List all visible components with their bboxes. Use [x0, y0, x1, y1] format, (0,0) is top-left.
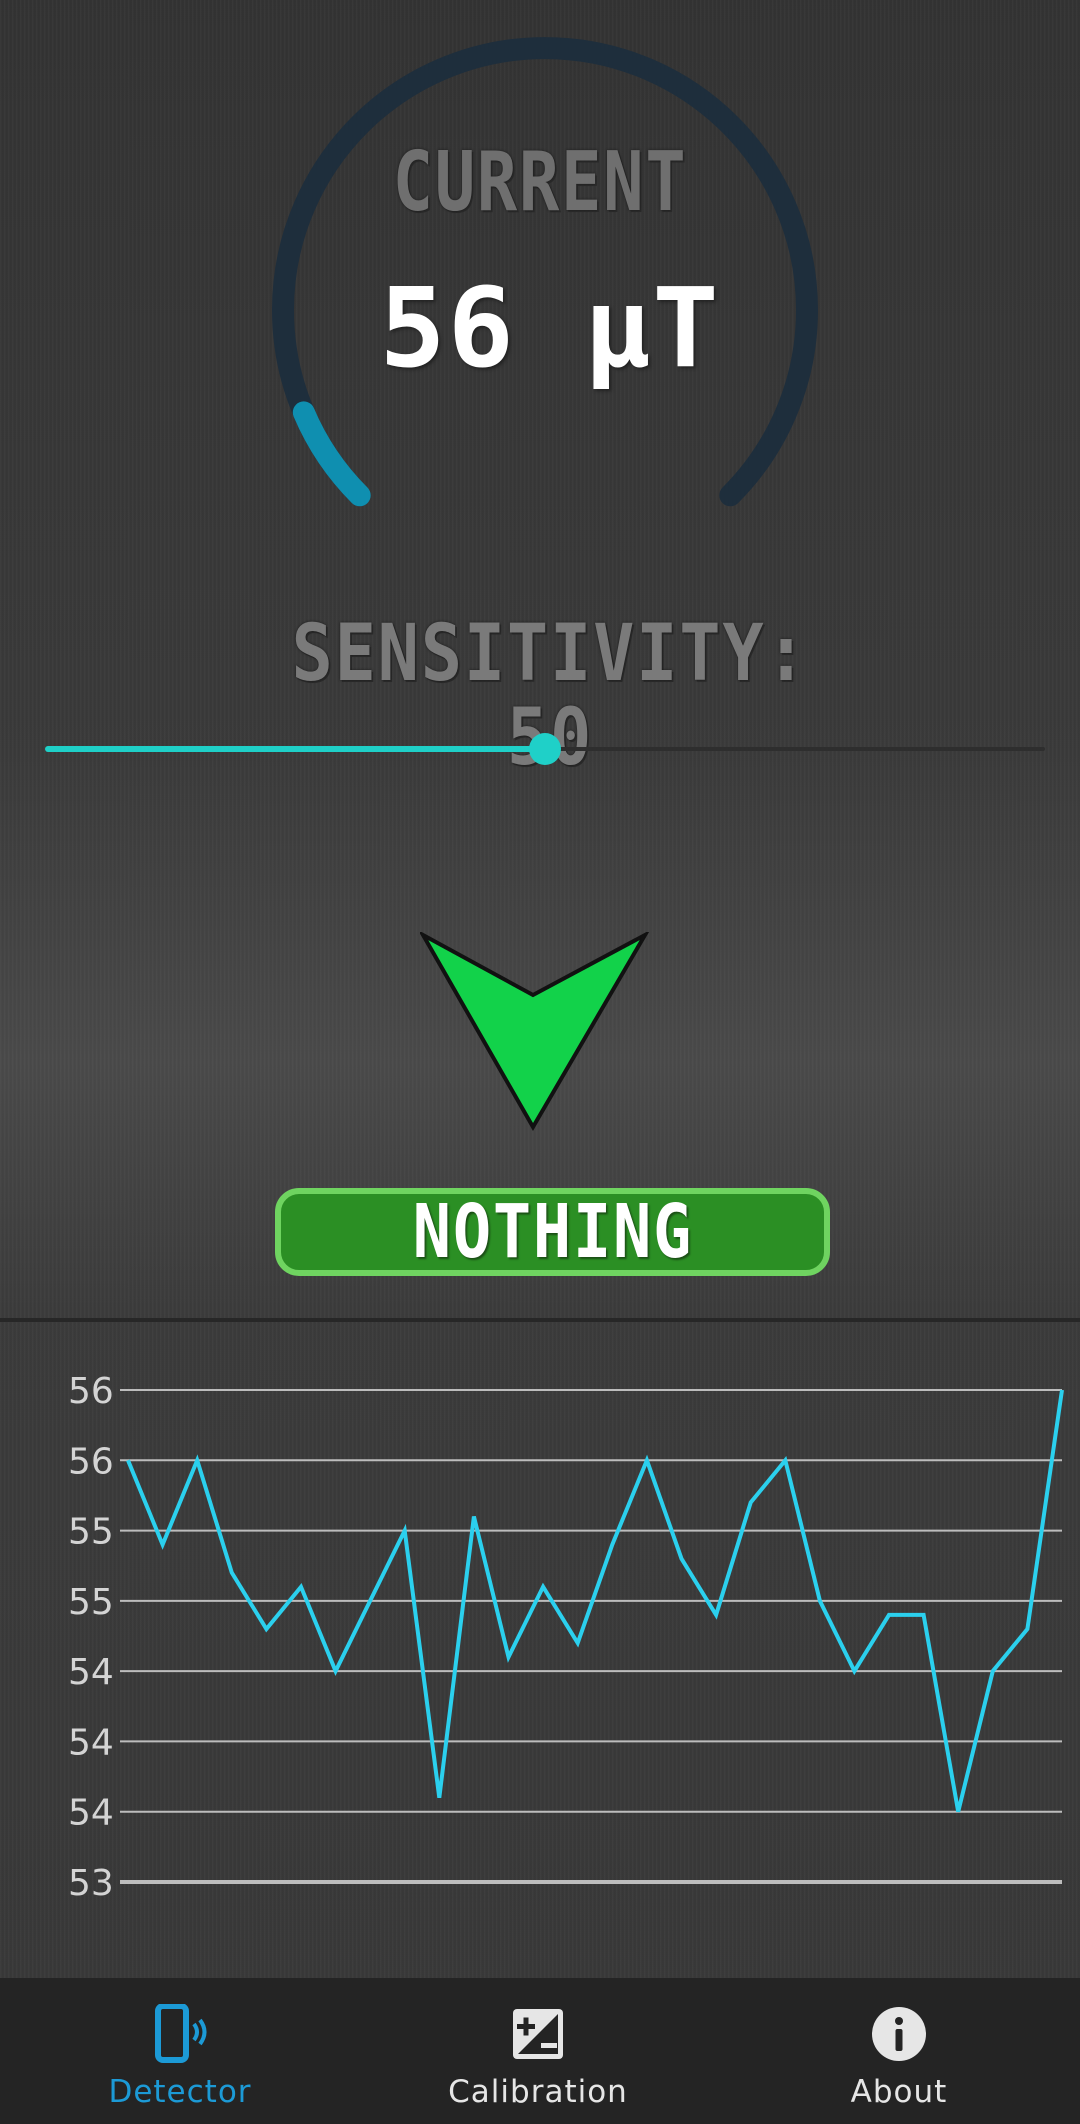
y-tick-label: 56 [68, 1441, 114, 1482]
nav-label-about: About [850, 2074, 948, 2110]
down-arrow-icon [420, 932, 650, 1131]
y-tick-label: 55 [68, 1582, 114, 1623]
current-value: 56 μT [379, 264, 721, 392]
nav-item-calibration[interactable]: Calibration [358, 1978, 718, 2124]
y-tick-label: 54 [68, 1793, 114, 1834]
y-tick-label: 56 [68, 1371, 114, 1412]
y-tick-label: 53 [68, 1863, 114, 1904]
nav-label-calibration: Calibration [448, 2074, 628, 2110]
nav-item-about[interactable]: About [719, 1978, 1079, 2124]
status-badge: NOTHING [275, 1188, 830, 1276]
sensitivity-slider[interactable] [45, 733, 1045, 765]
detector-screen: CURRENT 56 μT SENSITIVITY: 50 NOTHING [0, 0, 1080, 1320]
field-history-chart: 56 56 55 55 54 54 54 53 [0, 1322, 1080, 1978]
y-tick-label: 54 [68, 1652, 114, 1693]
y-tick-label: 54 [68, 1722, 114, 1763]
info-icon [872, 2007, 926, 2061]
gauge-fill [292, 401, 371, 507]
y-tick-label: 55 [68, 1512, 114, 1553]
bottom-navigation: Detector Calibration About [0, 1978, 1080, 2124]
slider-thumb[interactable] [529, 733, 561, 765]
current-label: CURRENT [392, 135, 688, 230]
nav-label-detector: Detector [108, 2074, 252, 2110]
calibration-icon [513, 2009, 563, 2059]
field-gauge: CURRENT 56 μT [0, 0, 1080, 560]
chart-plot: 56 56 55 55 54 54 54 53 [68, 1371, 1064, 1904]
nav-item-detector[interactable]: Detector [0, 1978, 360, 2124]
sensitivity-label: SENSITIVITY: 50 [291, 609, 809, 780]
status-text: NOTHING [412, 1189, 693, 1275]
phone-vibrate-icon [155, 2004, 207, 2063]
slider-fill [45, 746, 545, 752]
